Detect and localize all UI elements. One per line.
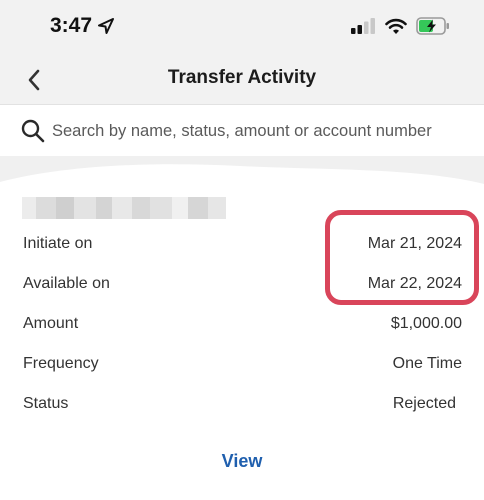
status-icons <box>350 17 450 35</box>
view-link[interactable]: View <box>0 451 484 472</box>
detail-label: Status <box>23 395 69 412</box>
detail-value: $1,000.00 <box>390 315 462 332</box>
search-input[interactable] <box>52 118 462 144</box>
status-time-text: 3:47 <box>50 14 93 37</box>
detail-row-frequency: Frequency One Time <box>0 345 484 385</box>
status-bar: 3:47 <box>0 0 484 58</box>
redacted-account-name <box>22 197 226 219</box>
battery-charging-icon <box>416 17 449 35</box>
detail-label: Available on <box>23 275 110 292</box>
view-link-label: View <box>221 451 263 471</box>
search-bar <box>0 104 484 156</box>
page-title: Transfer Activity <box>167 67 317 88</box>
status-time: 3:47 <box>50 14 115 38</box>
detail-row-amount: Amount $1,000.00 <box>0 305 484 345</box>
detail-row-status: Status Rejected <box>0 385 484 425</box>
location-arrow-icon <box>98 18 115 34</box>
detail-label: Frequency <box>23 355 99 372</box>
wifi-icon <box>385 18 407 34</box>
nav-bar: Transfer Activity <box>0 58 484 104</box>
search-icon <box>21 119 45 143</box>
detail-label: Initiate on <box>23 235 93 252</box>
detail-label: Amount <box>23 315 79 332</box>
detail-value: Rejected <box>392 395 456 412</box>
date-highlight-annotation <box>325 210 479 305</box>
signal-icon <box>351 18 375 34</box>
detail-value: One Time <box>392 355 462 372</box>
